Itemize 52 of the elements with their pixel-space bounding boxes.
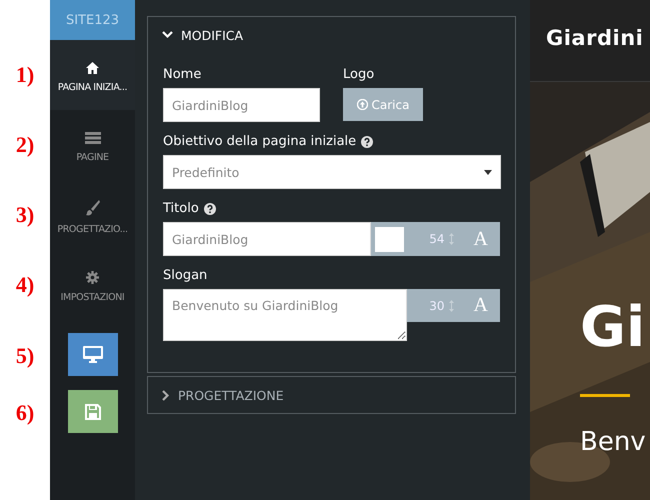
sidebar-label: PAGINA INIZIA... bbox=[58, 82, 128, 92]
chevron-down-icon bbox=[162, 31, 173, 39]
title-field[interactable]: GiardiniBlog bbox=[163, 222, 372, 256]
save-icon bbox=[84, 404, 100, 420]
hero-subtitle: Benv bbox=[580, 427, 646, 457]
brush-icon bbox=[86, 200, 100, 216]
field-label: Nome bbox=[163, 67, 202, 82]
font-button[interactable]: A bbox=[474, 294, 496, 317]
sidebar-item[interactable]: PAGINE bbox=[50, 110, 135, 180]
site-logo: SITE123 bbox=[50, 0, 135, 40]
color-swatch[interactable] bbox=[375, 226, 404, 252]
preview-button[interactable] bbox=[68, 333, 118, 376]
section-header[interactable]: MODIFICA bbox=[148, 17, 515, 53]
hero-title: Gi bbox=[580, 300, 646, 356]
sidebar-item[interactable]: PROGETTAZIO... bbox=[50, 180, 135, 250]
field-label: Slogan bbox=[163, 268, 208, 283]
font-size-stepper[interactable]: 54 bbox=[429, 232, 454, 246]
annotation-number: 6) bbox=[16, 400, 34, 426]
save-button[interactable] bbox=[68, 390, 118, 433]
help-icon bbox=[361, 136, 374, 148]
sidebar-label: PAGINE bbox=[76, 152, 109, 162]
site-title: Giardini bbox=[546, 26, 644, 50]
sidebar-label: IMPOSTAZIONI bbox=[60, 292, 124, 303]
accent-line bbox=[580, 394, 630, 397]
annotation-number: 3) bbox=[16, 202, 34, 228]
annotation-number: 1) bbox=[16, 62, 34, 88]
name-field[interactable]: GiardiniBlog bbox=[163, 88, 320, 122]
annotation-number: 4) bbox=[16, 272, 34, 298]
stack-icon bbox=[84, 132, 100, 144]
sidebar-item[interactable]: IMPOSTAZIONI bbox=[50, 250, 135, 320]
home-icon bbox=[86, 62, 99, 74]
help-icon bbox=[204, 202, 216, 214]
sidebar-label: PROGETTAZIO... bbox=[57, 224, 128, 234]
font-size-stepper[interactable]: 30 bbox=[429, 298, 454, 312]
section-header[interactable]: PROGETTAZIONE bbox=[148, 377, 515, 413]
font-button[interactable]: A bbox=[474, 228, 496, 250]
up-down-icon bbox=[448, 233, 454, 245]
caret-icon bbox=[484, 170, 492, 174]
gear-icon bbox=[86, 271, 99, 284]
upload-button[interactable]: Carica bbox=[343, 88, 423, 121]
annotation-number: 2) bbox=[16, 132, 34, 158]
up-down-icon bbox=[448, 300, 454, 312]
annotation-number: 5) bbox=[16, 342, 34, 368]
field-label: Obiettivo della pagina iniziale bbox=[163, 134, 356, 149]
field-label: Titolo bbox=[163, 201, 199, 216]
monitor-icon bbox=[82, 346, 102, 363]
sidebar-item[interactable]: PAGINA INIZIA... bbox=[50, 40, 135, 110]
goal-dropdown[interactable]: Predefinito bbox=[163, 155, 501, 189]
chevron-right-icon bbox=[162, 390, 170, 400]
slogan-field[interactable]: Benvenuto su GiardiniBlog bbox=[163, 289, 408, 341]
upload-icon bbox=[356, 99, 368, 110]
field-label: Logo bbox=[343, 67, 374, 82]
